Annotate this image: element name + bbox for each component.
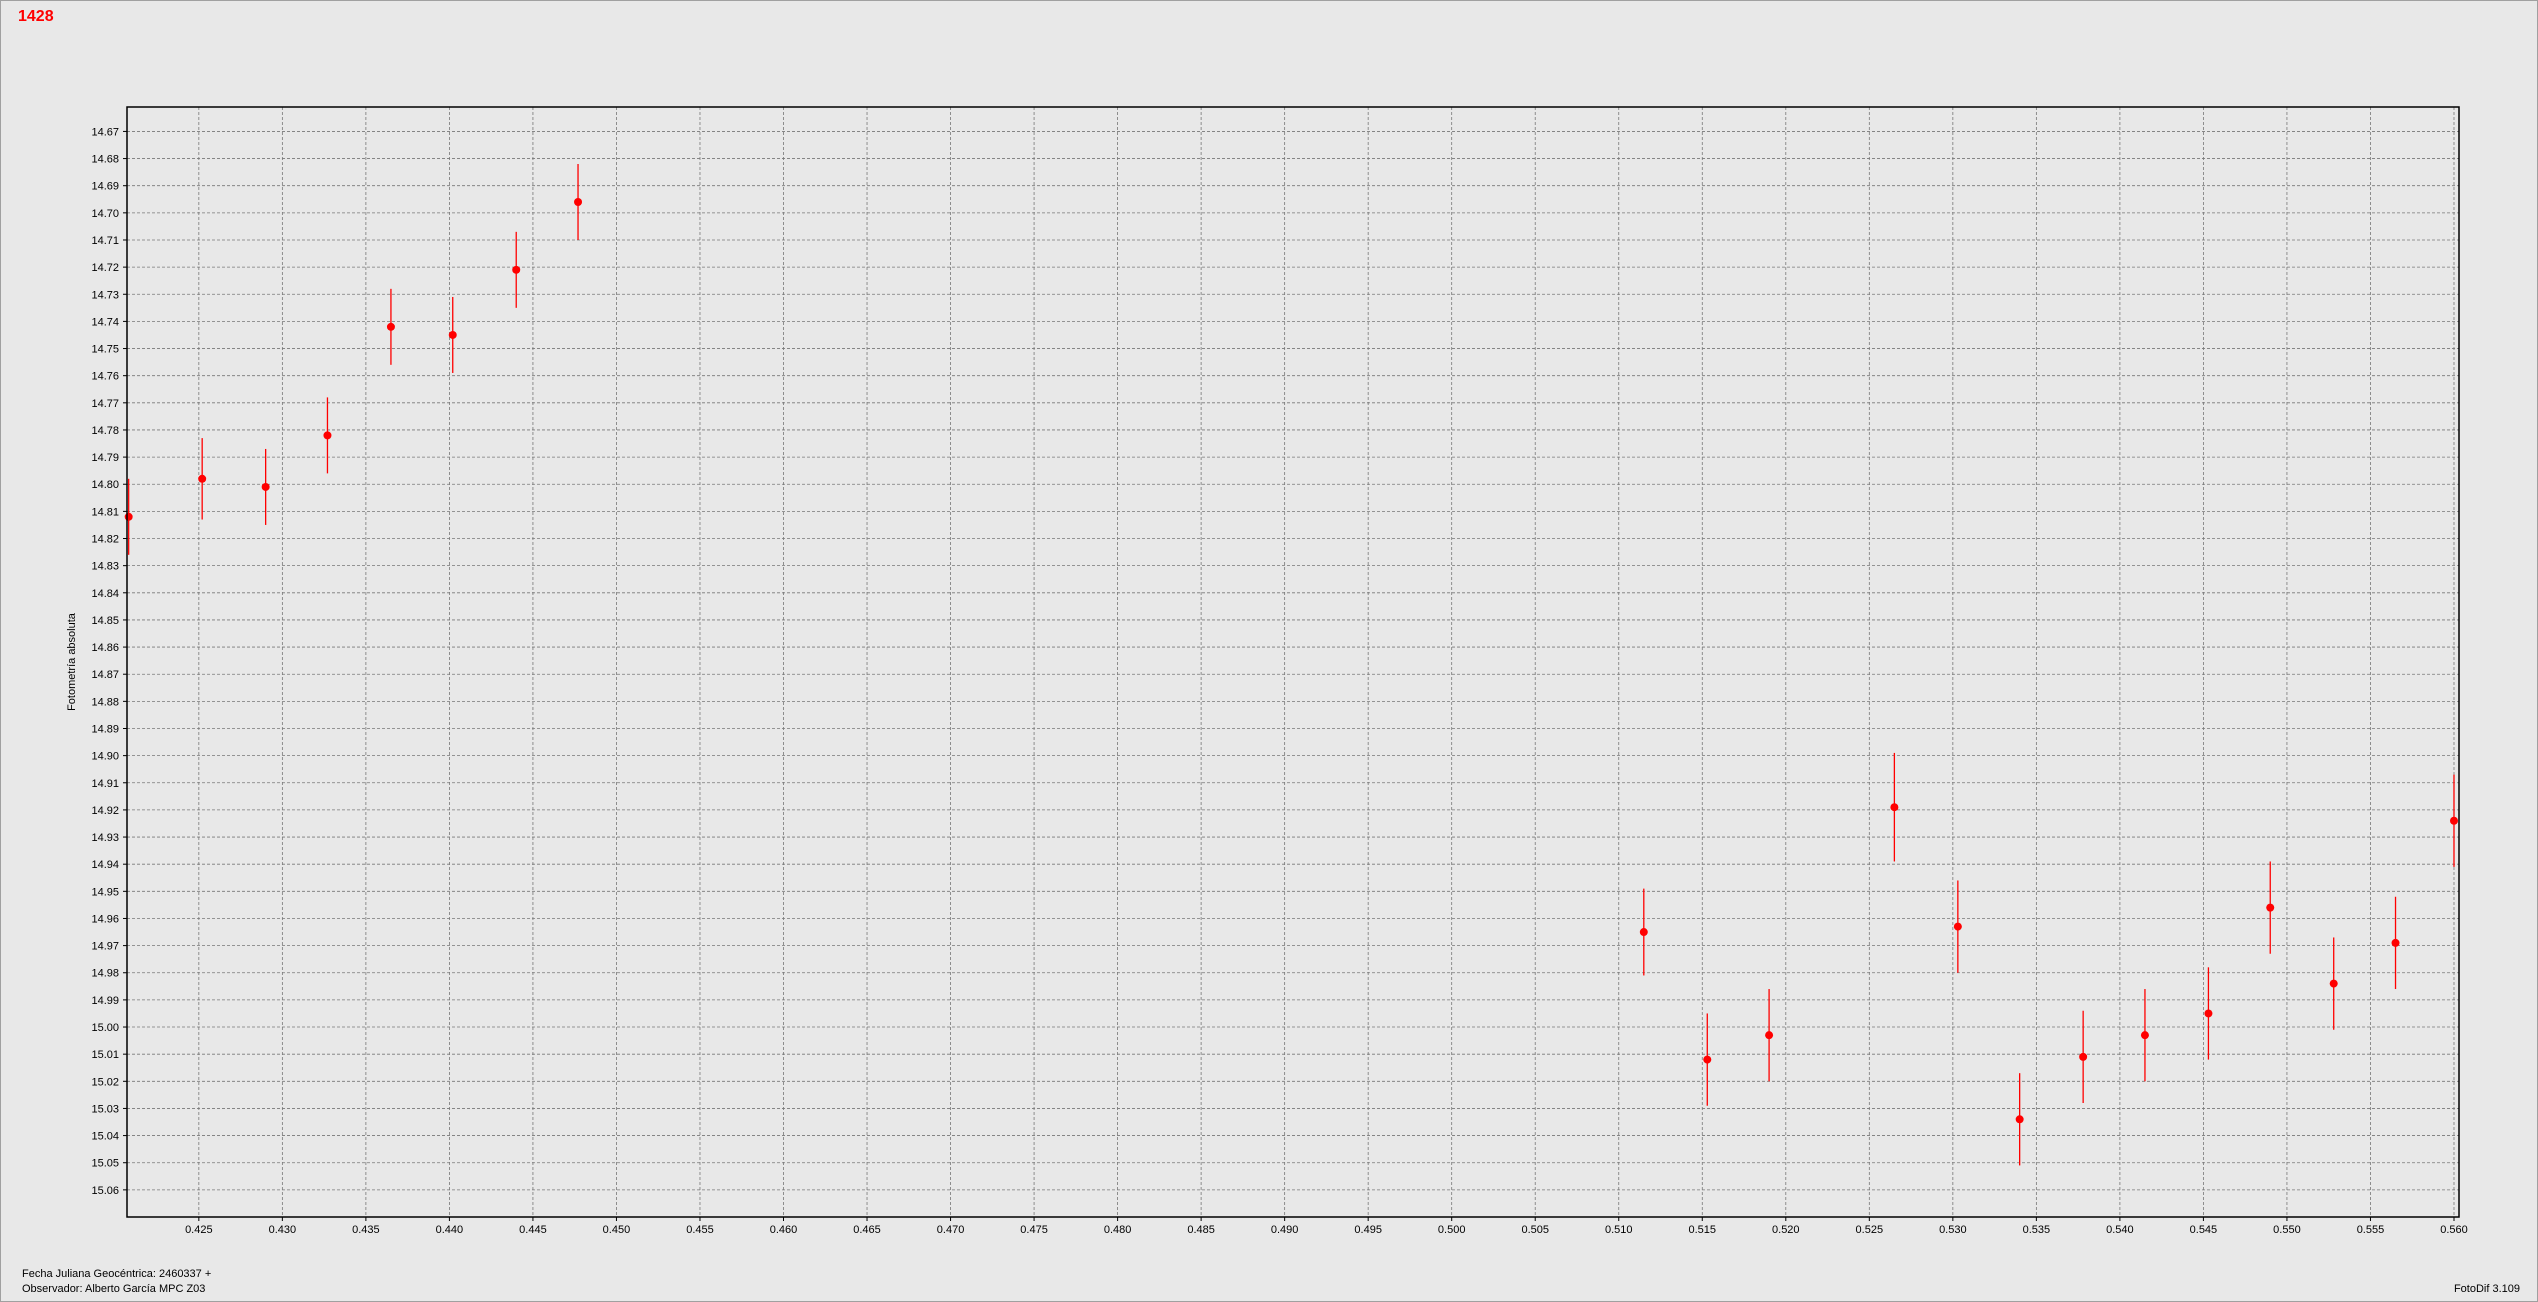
x-tick-label: 0.550 — [2273, 1224, 2301, 1236]
y-tick-label: 15.05 — [91, 1158, 119, 1170]
y-axis-tick-labels: 14.67 14.68 14.69 14.70 14.71 14.72 14.73 14.74… — [91, 126, 119, 1196]
y-tick-label: 14.70 — [91, 208, 119, 220]
y-tick-label: 14.72 — [91, 262, 119, 274]
y-tick-label: 14.97 — [91, 941, 119, 953]
x-tick-label: 0.425 — [185, 1224, 213, 1236]
y-tick-label: 14.71 — [91, 235, 119, 247]
data-point — [1703, 1055, 1712, 1064]
y-tick-label: 14.81 — [91, 506, 119, 518]
data-point — [2329, 979, 2338, 988]
software-version-label: FotoDif 3.109 — [2453, 1283, 2520, 1295]
y-tick-label: 14.79 — [91, 452, 119, 464]
julian-date-label: Fecha Juliana Geocéntrica: 2460337 + — [22, 1268, 212, 1280]
data-point — [323, 431, 332, 440]
data-point — [261, 482, 270, 491]
y-axis-label: Fotometría absoluta — [66, 612, 78, 711]
x-tick-label: 0.510 — [1605, 1224, 1633, 1236]
x-tick-label: 0.475 — [1020, 1224, 1048, 1236]
y-tick-label: 14.77 — [91, 398, 119, 410]
y-tick-label: 14.86 — [91, 642, 119, 654]
x-tick-label: 0.520 — [1772, 1224, 1800, 1236]
y-tick-label: 14.83 — [91, 561, 119, 573]
y-tick-label: 15.06 — [91, 1185, 119, 1197]
x-tick-label: 0.435 — [352, 1224, 380, 1236]
data-point — [124, 512, 133, 521]
x-tick-label: 0.480 — [1104, 1224, 1132, 1236]
y-tick-label: 14.87 — [91, 669, 119, 681]
plot-area — [127, 107, 2459, 1217]
x-tick-label: 0.500 — [1438, 1224, 1466, 1236]
observer-label: Observador: Alberto García MPC Z03 — [22, 1283, 206, 1295]
y-tick-label: 14.88 — [91, 696, 119, 708]
data-point — [2204, 1009, 2213, 1018]
data-point — [2266, 903, 2275, 912]
data-point — [1639, 928, 1648, 937]
data-point — [2391, 938, 2400, 947]
x-tick-label: 0.540 — [2106, 1224, 2134, 1236]
chart-canvas: 14.67 14.68 14.69 14.70 14.71 14.72 14.73 14.74… — [66, 106, 2468, 1236]
y-tick-label: 14.85 — [91, 615, 119, 627]
y-tick-label: 14.67 — [91, 126, 119, 138]
x-tick-label: 0.455 — [686, 1224, 714, 1236]
x-tick-label: 0.485 — [1187, 1224, 1215, 1236]
y-tick-label: 14.98 — [91, 968, 119, 980]
data-point — [512, 265, 521, 274]
y-tick-label: 14.82 — [91, 534, 119, 546]
y-tick-label: 14.80 — [91, 479, 119, 491]
y-tick-label: 15.03 — [91, 1103, 119, 1115]
data-point — [1953, 922, 1962, 931]
y-tick-label: 15.01 — [91, 1049, 119, 1061]
data-point — [198, 474, 207, 483]
x-tick-label: 0.560 — [2440, 1224, 2468, 1236]
y-tick-label: 14.99 — [91, 995, 119, 1007]
y-tick-label: 14.92 — [91, 805, 119, 817]
y-tick-label: 14.69 — [91, 181, 119, 193]
x-tick-label: 0.440 — [436, 1224, 464, 1236]
x-tick-label: 0.490 — [1271, 1224, 1299, 1236]
data-point — [2449, 816, 2458, 825]
x-tick-label: 0.465 — [853, 1224, 881, 1236]
x-tick-label: 0.505 — [1521, 1224, 1549, 1236]
data-point — [1765, 1031, 1774, 1040]
y-tick-label: 14.74 — [91, 316, 119, 328]
y-tick-label: 15.00 — [91, 1022, 119, 1034]
data-point — [448, 330, 457, 339]
y-tick-label: 14.94 — [91, 859, 119, 871]
y-tick-label: 14.93 — [91, 832, 119, 844]
data-point — [2140, 1031, 2149, 1040]
data-point — [1890, 803, 1899, 812]
x-tick-label: 0.495 — [1354, 1224, 1382, 1236]
x-tick-label: 0.515 — [1689, 1224, 1717, 1236]
x-tick-label: 0.530 — [1939, 1224, 1967, 1236]
y-tick-label: 14.91 — [91, 778, 119, 790]
x-tick-label: 0.535 — [2023, 1224, 2051, 1236]
y-tick-label: 14.76 — [91, 371, 119, 383]
x-tick-label: 0.460 — [770, 1224, 798, 1236]
x-tick-label: 0.555 — [2357, 1224, 2385, 1236]
y-tick-label: 14.84 — [91, 588, 119, 600]
data-point — [574, 197, 583, 206]
x-axis-tick-labels: 0.425 0.430 0.435 0.440 0.445 0.450 0.455 0.460… — [185, 1224, 2468, 1236]
y-tick-label: 14.90 — [91, 751, 119, 763]
x-tick-label: 0.450 — [603, 1224, 631, 1236]
y-tick-label: 14.68 — [91, 154, 119, 166]
x-tick-label: 0.525 — [1856, 1224, 1884, 1236]
y-tick-label: 14.95 — [91, 886, 119, 898]
y-tick-label: 14.73 — [91, 289, 119, 301]
y-tick-label: 14.96 — [91, 913, 119, 925]
x-tick-label: 0.430 — [269, 1224, 297, 1236]
y-tick-label: 14.75 — [91, 344, 119, 356]
x-tick-label: 0.445 — [519, 1224, 547, 1236]
data-point — [2079, 1052, 2088, 1061]
x-tick-label: 0.470 — [937, 1224, 965, 1236]
y-tick-label: 15.04 — [91, 1131, 119, 1143]
y-tick-label: 14.78 — [91, 425, 119, 437]
x-tick-label: 0.545 — [2190, 1224, 2218, 1236]
y-tick-label: 14.89 — [91, 723, 119, 735]
data-point — [386, 322, 395, 331]
y-tick-label: 15.02 — [91, 1076, 119, 1088]
data-point — [2015, 1115, 2024, 1124]
